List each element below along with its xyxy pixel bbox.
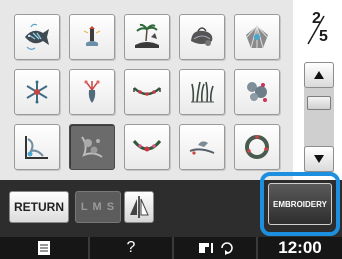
pattern-key-4[interactable] [179, 14, 225, 60]
pattern-key-6[interactable] [14, 69, 60, 115]
page-down-button[interactable] [304, 146, 334, 172]
machine-settings-button[interactable] [174, 237, 256, 259]
pattern-key-9[interactable] [179, 69, 225, 115]
page-up-button[interactable] [304, 62, 334, 88]
size-button[interactable]: L M S [75, 191, 121, 223]
wreath-pattern-icon [245, 135, 269, 159]
shell-scallop-pattern-icon [246, 25, 268, 49]
shell-pattern-icon [191, 27, 213, 46]
vase-pattern-icon [84, 80, 100, 103]
clock-display: 12:00 [278, 238, 322, 257]
page-indicator: 2 5 [298, 10, 334, 48]
pattern-grid [0, 0, 293, 180]
corner-lace-pattern-icon [25, 136, 48, 159]
document-icon [38, 241, 50, 255]
current-page-number: 2 [312, 10, 321, 27]
status-bar: ? 12:00 [0, 237, 342, 259]
pattern-key-3[interactable] [124, 14, 170, 60]
scrollbar-thumb[interactable] [307, 96, 331, 110]
document-button[interactable] [0, 237, 88, 259]
pattern-key-15[interactable] [234, 124, 280, 170]
pattern-key-2[interactable] [69, 14, 115, 60]
mirror-button[interactable] [124, 191, 154, 223]
pattern-key-7[interactable] [69, 69, 115, 115]
bird-branch-pattern-icon [189, 141, 215, 155]
pattern-key-10[interactable] [234, 69, 280, 115]
embroidery-button[interactable]: EMBROIDERY [268, 183, 332, 225]
machine-setting-icon [199, 242, 233, 255]
arrow-up-icon [314, 71, 324, 79]
swag-pattern-icon [132, 140, 162, 152]
pattern-key-11[interactable] [14, 124, 60, 170]
embroidery-pattern-selection-screen: 2 5 RETURN L M S EMBROIDERY ? 12:00 [0, 0, 342, 259]
grass-pattern-icon [191, 81, 214, 103]
help-button[interactable]: ? [90, 237, 172, 259]
snowflake-pattern-icon [26, 80, 48, 104]
garland-pattern-icon [133, 87, 161, 96]
return-button[interactable]: RETURN [9, 191, 69, 223]
floral-corner-pattern-icon [81, 136, 103, 158]
pattern-key-12[interactable] [69, 124, 115, 170]
floral-spray-pattern-icon [247, 82, 267, 102]
total-page-number: 5 [319, 28, 328, 45]
palm-island-pattern-icon [135, 23, 159, 48]
pattern-key-14[interactable] [179, 124, 225, 170]
pattern-key-13[interactable] [124, 124, 170, 170]
lighthouse-pattern-icon [83, 26, 101, 46]
pattern-key-1[interactable] [14, 14, 60, 60]
fish-pattern-icon [25, 23, 49, 50]
pattern-key-5[interactable] [234, 14, 280, 60]
mirror-image-icon [130, 196, 149, 218]
arrow-down-icon [314, 155, 324, 163]
pattern-key-8[interactable] [124, 69, 170, 115]
